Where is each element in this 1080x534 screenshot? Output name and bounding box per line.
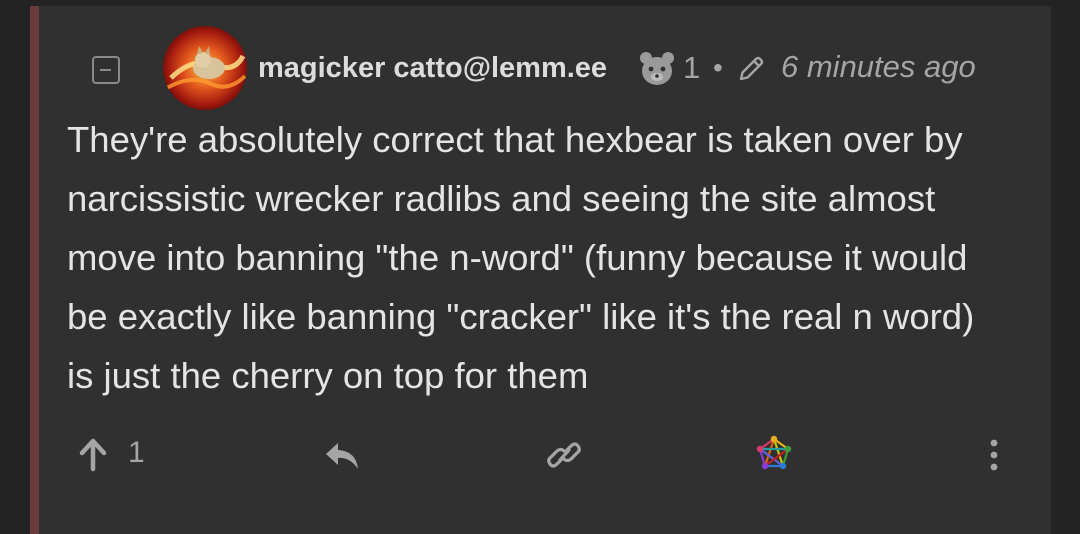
link-icon[interactable] [545,433,583,477]
reply-icon[interactable] [322,433,362,477]
collapse-icon[interactable] [92,56,120,84]
comment-body: They're absolutely correct that hexbear … [67,110,1045,405]
avatar-image [163,26,247,110]
upvote-count: 1 [128,436,145,469]
comment-body-line: narcissistic wrecker radlibs and seeing … [67,178,936,219]
bot-account-icon [637,48,677,88]
comment-score: 1 [683,50,701,85]
more-vertical-icon[interactable] [980,433,1008,477]
comment-body-line: is just the cherry on top for them [67,355,589,396]
app-frame: magicker catto@lemm.ee 1 • 6 minutes ago… [0,0,1080,534]
arrow-up-icon[interactable] [78,433,108,477]
comment-body-line: be exactly like banning "cracker" like i… [67,296,975,337]
comment-timestamp[interactable]: 6 minutes ago [781,47,976,87]
separator-dot: • [713,52,723,83]
thread-indicator-bar[interactable] [30,6,39,534]
pencil-icon [735,53,767,85]
comment-author[interactable]: magicker catto@lemm.ee [258,48,607,88]
fediverse-icon[interactable] [756,433,792,477]
comment-body-line: They're absolutely correct that hexbear … [67,119,963,160]
avatar[interactable] [163,26,247,110]
comment-body-line: move into banning "the n-word" (funny be… [67,237,968,278]
